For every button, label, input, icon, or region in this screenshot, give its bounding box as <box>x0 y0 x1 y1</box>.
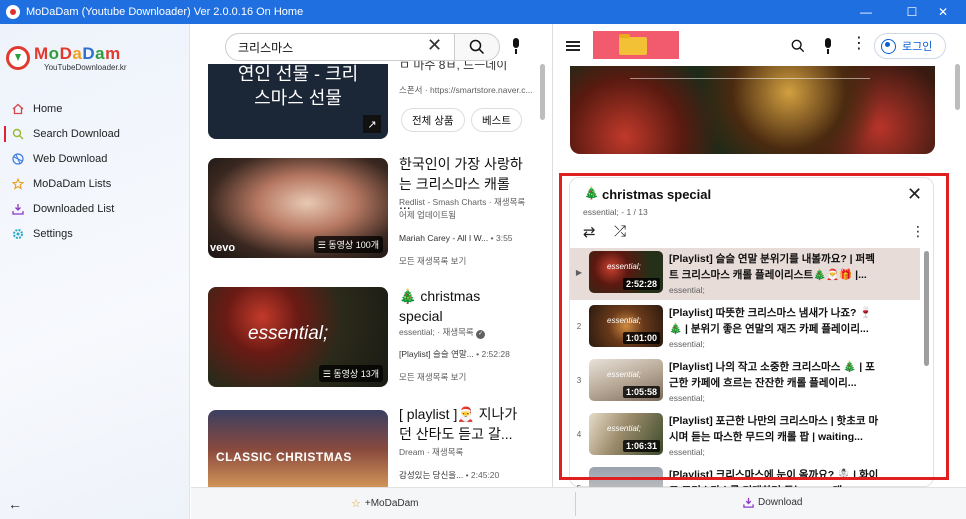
view-full-playlist-link[interactable]: 모든 재생목록 보기 <box>399 255 534 267</box>
playlist-thumbnail[interactable]: CLASSIC CHRISTMAS <box>208 410 388 487</box>
sidebar: MoDaDam YouTubeDownloader.kr Home Search… <box>0 24 190 519</box>
result-title[interactable]: [ playlist ]🎅 지나가던 산타도 듣고 갈... <box>399 404 523 444</box>
close-window-button[interactable]: ✕ <box>920 0 966 24</box>
video-player[interactable] <box>570 66 935 154</box>
download-tray-icon <box>743 497 754 508</box>
logo-subtitle: YouTubeDownloader.kr <box>44 63 127 72</box>
sidebar-item-label: Downloaded List <box>33 203 115 215</box>
voice-search-icon[interactable] <box>823 38 833 54</box>
ad-url[interactable]: 스폰서 · https://smartstore.naver.c... <box>399 84 534 96</box>
video-count-badge: ☰ 동영상 13개 <box>318 365 383 382</box>
search-button[interactable] <box>454 33 500 61</box>
sidebar-item-label: Search Download <box>33 128 120 140</box>
search-input-value: 크리스마스 <box>238 40 294 55</box>
sidebar-item-settings[interactable]: Settings <box>12 225 182 243</box>
result-title[interactable]: 🎄 christmas special <box>399 286 523 326</box>
sidebar-item-search-download[interactable]: Search Download <box>4 125 182 143</box>
result-channel[interactable]: essential; · 재생목록 ✓ <box>399 326 534 339</box>
result-first-track[interactable]: [Playlist] 슬슬 연말... • 2:52:28 <box>399 348 534 360</box>
sidebar-item-downloaded-list[interactable]: Downloaded List <box>12 200 182 218</box>
playlist-thumbnail[interactable]: essential; ☰ 동영상 13개 <box>208 287 388 387</box>
search-results-pane: 크리스마스 ✕ 연인 선물 - 크리 스마스 선물 ↗ ㅁ 마수 8ㅂ, 드ㅡ데… <box>191 24 551 487</box>
download-label: Download <box>758 497 803 508</box>
divider <box>575 492 576 516</box>
result-updated: 어제 업데이트됨 <box>399 210 457 220</box>
menu-icon[interactable] <box>566 41 580 51</box>
ad-thumbnail-text: 연인 선물 - 크리 스마스 선물 <box>237 64 359 108</box>
bottom-bar: ☆ +MoDaDam Download <box>191 487 966 519</box>
star-icon <box>12 178 24 190</box>
clear-search-icon[interactable]: ✕ <box>427 35 442 56</box>
window-title: MoDaDam (Youtube Downloader) Ver 2.0.0.1… <box>26 6 304 18</box>
external-link-icon[interactable]: ↗ <box>363 115 381 133</box>
download-tray-icon <box>12 203 24 215</box>
folder-icon <box>619 34 647 55</box>
sidebar-item-modadam-lists[interactable]: MoDaDam Lists <box>12 175 182 193</box>
modadam-logo: MoDaDam YouTubeDownloader.kr <box>6 44 130 76</box>
login-button[interactable]: 로그인 <box>874 33 946 59</box>
ad-title[interactable]: ㅁ 마수 8ㅂ, 드ㅡ데이 <box>399 61 523 75</box>
more-options-icon[interactable]: ⋮ <box>851 36 867 52</box>
classic-christmas-thumb-text: CLASSIC CHRISTMAS <box>216 450 352 464</box>
login-label: 로그인 <box>902 41 933 53</box>
app-icon <box>6 5 20 19</box>
sidebar-item-home[interactable]: Home <box>12 100 182 118</box>
gear-icon <box>12 228 24 240</box>
progress-bar <box>630 78 870 79</box>
sidebar-item-label: Home <box>33 103 63 115</box>
chip-best[interactable]: 베스트 <box>471 108 522 132</box>
ad-thumbnail[interactable]: 연인 선물 - 크리 스마스 선물 ↗ <box>208 64 388 139</box>
highlight-box <box>559 173 949 480</box>
result-first-track[interactable]: Mariah Carey - All I W... • 3:55 <box>399 233 534 243</box>
result-channel[interactable]: Redlist - Smash Charts · 재생목록 <box>399 196 534 208</box>
logo-text: MoDaDam <box>34 44 121 63</box>
sidebar-item-label: Web Download <box>33 153 108 165</box>
video-count-badge: ☰ 동영상 100개 <box>313 236 383 253</box>
sidebar-item-web-download[interactable]: Web Download <box>12 150 182 168</box>
add-modadam-label: +MoDaDam <box>364 498 419 509</box>
sidebar-item-label: Settings <box>33 228 73 240</box>
minimize-button[interactable]: — <box>843 0 889 24</box>
scrollbar[interactable] <box>540 64 545 120</box>
essential-thumb-text: essential; <box>248 323 329 344</box>
result-channel[interactable]: Dream · 재생목록 <box>399 446 534 458</box>
chip-all-products[interactable]: 전체 상품 <box>401 108 465 132</box>
sidebar-item-label: MoDaDam Lists <box>33 178 112 190</box>
verified-icon: ✓ <box>476 330 486 339</box>
search-input[interactable]: 크리스마스 <box>225 33 455 61</box>
logo-mark <box>6 46 30 70</box>
search-icon[interactable] <box>791 39 805 53</box>
star-icon: ☆ <box>351 498 361 510</box>
scrollbar[interactable] <box>955 64 960 110</box>
voice-search-icon[interactable] <box>511 38 521 54</box>
add-modadam-button[interactable]: ☆ +MoDaDam <box>351 497 419 510</box>
download-button[interactable]: Download <box>743 497 802 508</box>
result-first-track[interactable]: 감성있는 당신을... • 2:45:20 <box>399 469 534 481</box>
user-icon <box>881 38 896 54</box>
search-icon <box>12 128 24 140</box>
home-icon <box>12 103 24 115</box>
back-arrow-icon[interactable]: ← <box>8 496 22 512</box>
youtube-logo[interactable] <box>593 31 679 59</box>
playlist-thumbnail[interactable]: vevo ☰ 동영상 100개 <box>208 158 388 258</box>
search-icon <box>469 39 485 55</box>
globe-icon <box>12 153 24 165</box>
vevo-logo: vevo <box>210 242 236 254</box>
title-bar: MoDaDam (Youtube Downloader) Ver 2.0.0.1… <box>0 0 966 24</box>
view-full-playlist-link[interactable]: 모든 재생목록 보기 <box>399 371 534 383</box>
